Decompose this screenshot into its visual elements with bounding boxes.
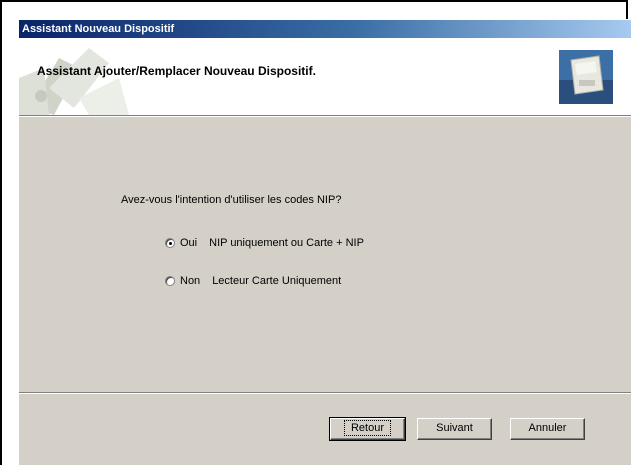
cancel-button[interactable]: Annuler (510, 418, 585, 440)
header-title: Assistant Ajouter/Remplacer Nouveau Disp… (37, 64, 316, 78)
title-bar: Assistant Nouveau Dispositif (19, 20, 631, 38)
radio-option-oui[interactable]: Oui NIP uniquement ou Carte + NIP (165, 237, 364, 249)
radio-button-oui[interactable] (165, 238, 175, 248)
next-button[interactable]: Suivant (417, 418, 492, 440)
footer-separator (19, 392, 631, 394)
wizard-window: Assistant Nouveau Dispositif Assistant A… (18, 19, 631, 465)
radio-description-oui: NIP uniquement ou Carte + NIP (209, 237, 364, 249)
header-panel: Assistant Ajouter/Remplacer Nouveau Disp… (19, 38, 631, 115)
window-title: Assistant Nouveau Dispositif (22, 23, 175, 35)
radio-label-oui: Oui (180, 237, 198, 249)
question-text: Avez-vous l'intention d'utiliser les cod… (121, 194, 342, 206)
radio-button-non[interactable] (165, 276, 175, 286)
cancel-button-label: Annuler (528, 422, 567, 434)
header-separator (19, 115, 631, 117)
radio-description-non: Lecteur Carte Uniquement (212, 275, 342, 287)
next-button-label: Suivant (436, 422, 473, 434)
radio-option-non[interactable]: Non Lecteur Carte Uniquement (165, 275, 341, 287)
radio-label-non: Non (180, 275, 201, 287)
back-button-label: Retour (343, 420, 392, 436)
device-wizard-icon (559, 50, 613, 104)
back-button[interactable]: Retour (329, 417, 406, 441)
